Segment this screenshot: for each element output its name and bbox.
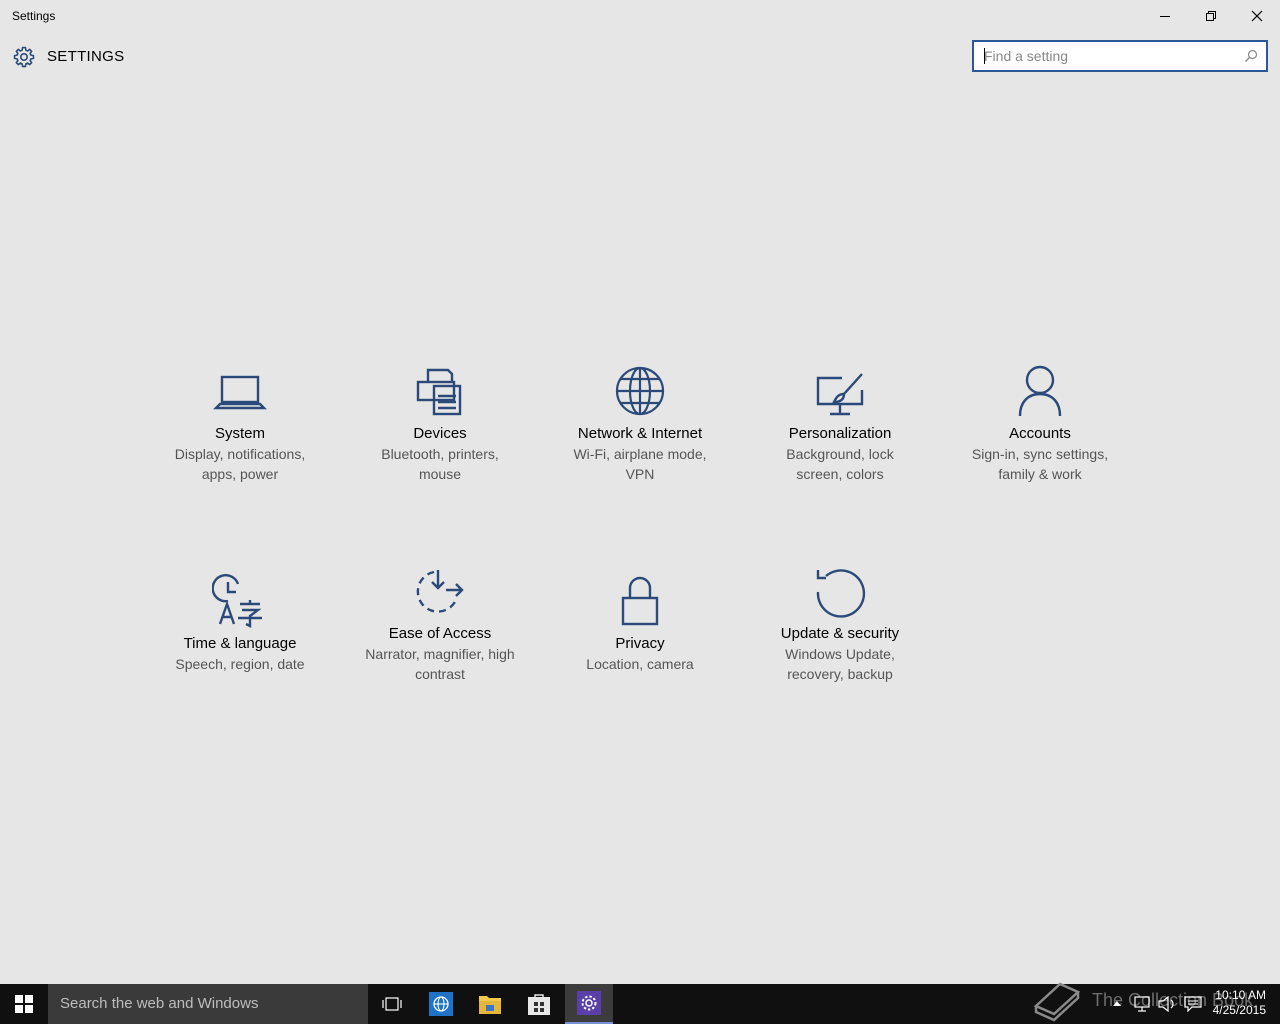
- task-view-button[interactable]: [368, 984, 416, 1024]
- clock-time: 10:10 AM: [1215, 988, 1266, 1002]
- tile-description: Wi-Fi, airplane mode, VPN: [573, 446, 707, 482]
- tile-ease-of-access[interactable]: Ease of Access Narrator, magnifier, high…: [355, 564, 525, 684]
- clock-language-icon: [212, 574, 262, 628]
- paintbrush-monitor-icon: [816, 373, 864, 416]
- close-button[interactable]: [1234, 0, 1280, 32]
- windows-logo-icon: [15, 995, 33, 1013]
- settings-taskbar-button[interactable]: [565, 984, 613, 1024]
- taskbar-search-box[interactable]: Search the web and Windows: [48, 984, 368, 1024]
- tile-description: Bluetooth, printers, mouse: [381, 446, 499, 482]
- tile-label: Privacy: [615, 635, 665, 652]
- store-button[interactable]: [515, 984, 563, 1024]
- network-icon[interactable]: [1134, 996, 1152, 1012]
- find-setting-search[interactable]: [972, 40, 1268, 72]
- task-view-icon: [382, 997, 402, 1011]
- page-title: SETTINGS: [47, 48, 125, 65]
- tile-label: Personalization: [788, 425, 892, 442]
- restore-icon: [1206, 11, 1216, 21]
- tile-label: Accounts: [1009, 425, 1071, 442]
- restore-button[interactable]: [1188, 0, 1234, 32]
- internet-explorer-button[interactable]: [417, 984, 465, 1024]
- file-explorer-button[interactable]: [466, 984, 514, 1024]
- laptop-icon: [213, 375, 267, 410]
- globe-icon: [615, 366, 665, 416]
- printer-icon: [416, 368, 462, 416]
- refresh-icon: [816, 569, 866, 618]
- system-clock[interactable]: 10:10 AM 4/25/2015: [1213, 988, 1266, 1018]
- tile-system[interactable]: System Display, notifications, apps, pow…: [155, 364, 325, 484]
- tile-description: Location, camera: [586, 656, 694, 672]
- taskbar-search-placeholder: Search the web and Windows: [60, 995, 259, 1012]
- tile-description: Background, lock screen, colors: [786, 446, 894, 482]
- tile-description: Sign-in, sync settings, family & work: [971, 446, 1109, 482]
- tile-time-language[interactable]: Time & language Speech, region, date: [155, 574, 325, 674]
- person-icon: [1018, 365, 1062, 417]
- text-caret: [984, 48, 985, 64]
- tile-label: Network & Internet: [577, 425, 703, 442]
- tile-label: System: [214, 425, 265, 442]
- tile-description: Speech, region, date: [175, 656, 305, 672]
- tile-label: Ease of Access: [388, 625, 492, 642]
- tile-description: Display, notifications, apps, power: [174, 446, 306, 482]
- tile-network-internet[interactable]: Network & Internet Wi-Fi, airplane mode,…: [555, 364, 725, 484]
- search-input[interactable]: [984, 46, 1234, 66]
- tile-label: Devices: [413, 425, 467, 442]
- taskbar: Search the web and Windows The Collectio…: [0, 982, 1280, 1024]
- tile-accounts[interactable]: Accounts Sign-in, sync settings, family …: [955, 364, 1125, 484]
- tile-personalization[interactable]: Personalization Background, lock screen,…: [755, 364, 925, 484]
- ease-of-access-icon: [416, 570, 464, 613]
- action-center-icon[interactable]: [1184, 996, 1202, 1012]
- tile-description: Windows Update, recovery, backup: [785, 646, 895, 682]
- tile-devices[interactable]: Devices Bluetooth, printers, mouse: [355, 364, 525, 484]
- chevron-up-icon[interactable]: [1112, 999, 1122, 1007]
- tile-privacy[interactable]: Privacy Location, camera: [555, 574, 725, 674]
- book-watermark-icon: [1033, 982, 1081, 1022]
- internet-explorer-icon: [429, 992, 453, 1016]
- minimize-icon: [1160, 16, 1170, 17]
- file-explorer-icon: [479, 996, 501, 1014]
- minimize-button[interactable]: [1142, 0, 1188, 32]
- tile-label: Time & language: [183, 635, 297, 652]
- lock-icon: [621, 576, 659, 626]
- title-bar: Settings: [0, 0, 1280, 32]
- tile-description: Narrator, magnifier, high contrast: [365, 646, 515, 682]
- search-icon[interactable]: [1244, 49, 1258, 63]
- tile-label: Update & security: [780, 625, 900, 642]
- store-icon: [528, 994, 550, 1015]
- gear-icon: [13, 46, 35, 68]
- start-button[interactable]: [0, 984, 48, 1024]
- settings-icon: [577, 991, 601, 1015]
- volume-icon[interactable]: [1158, 996, 1176, 1012]
- close-icon: [1251, 10, 1263, 22]
- tile-update-security[interactable]: Update & security Windows Update, recove…: [755, 564, 925, 684]
- clock-date: 4/25/2015: [1212, 1003, 1266, 1017]
- window-title: Settings: [12, 9, 56, 23]
